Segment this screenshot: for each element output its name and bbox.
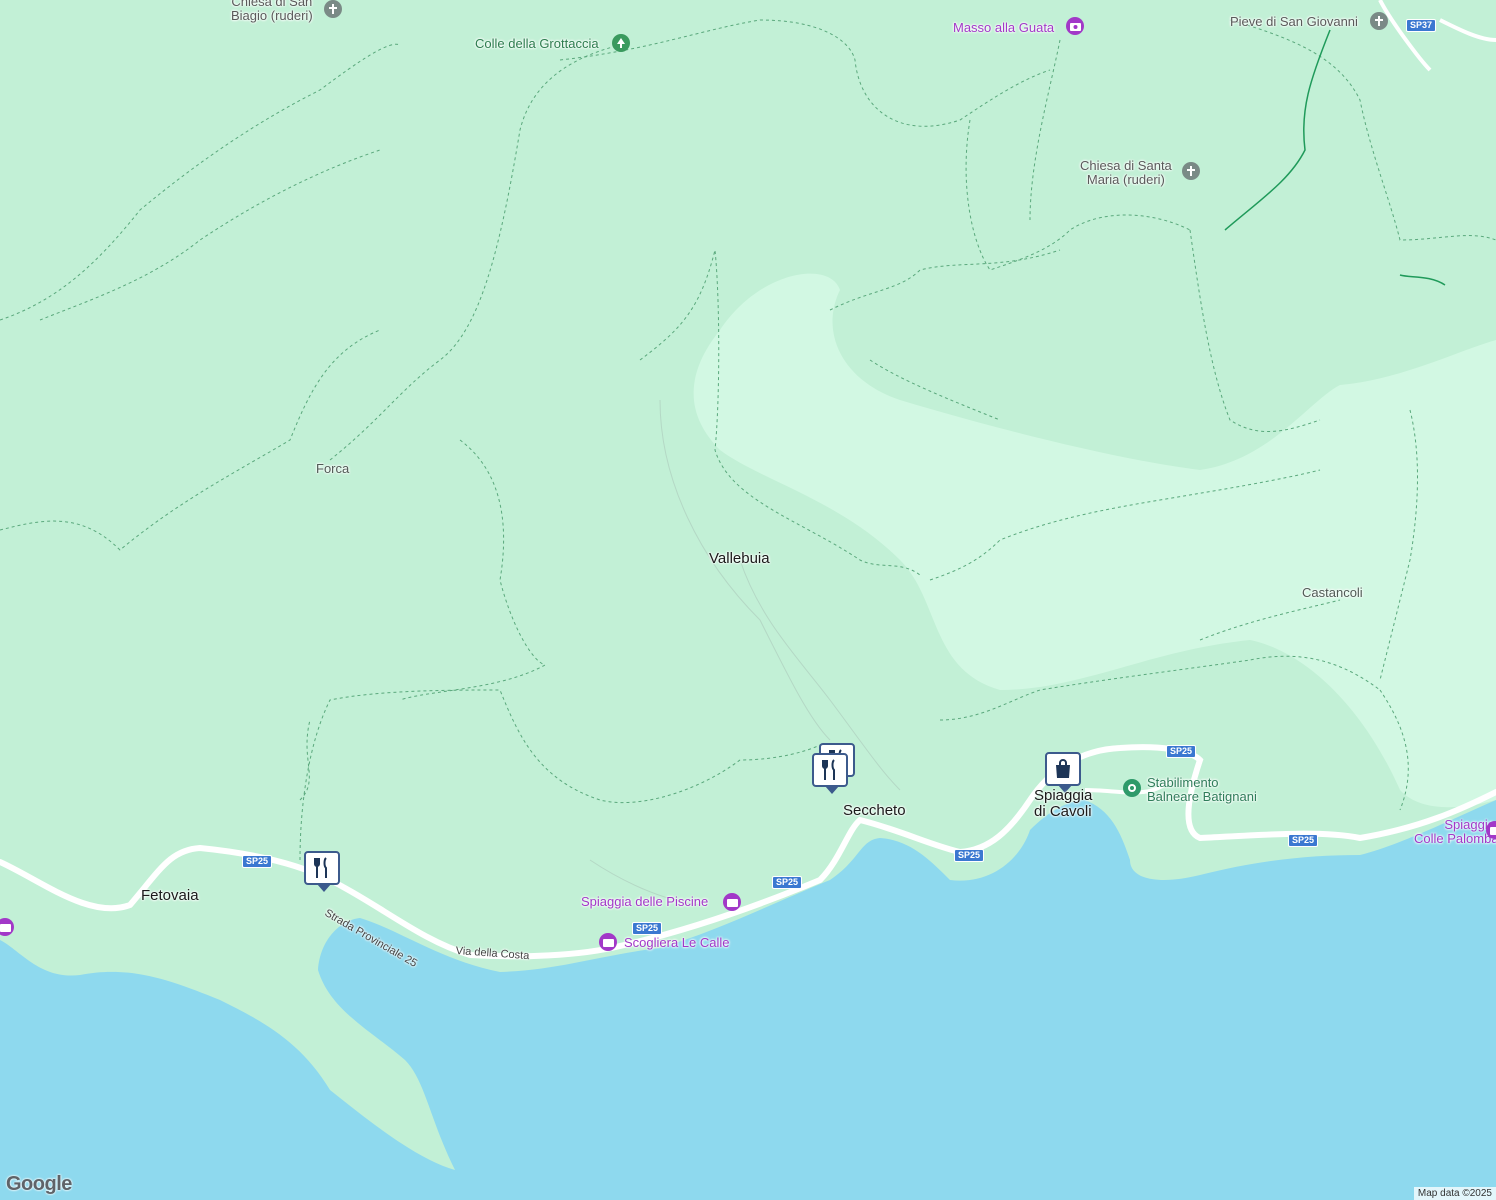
place-stabilimento[interactable]: Stabilimento Balneare Batignani (1147, 776, 1257, 803)
place-spiaggia-colle-palombaia[interactable]: Spiaggia diColle Palombaia (1414, 818, 1496, 845)
place-scogliera-le-calle[interactable]: Scogliera Le Calle (624, 936, 730, 950)
place-chiesa-san-biagio[interactable]: Chiesa di San Biagio (ruderi) (231, 0, 313, 22)
map-attribution[interactable]: Map data ©2025 (1413, 1187, 1496, 1200)
place-masso-guata[interactable]: Masso alla Guata (953, 21, 1054, 35)
sea (0, 800, 1496, 1200)
church-icon[interactable] (324, 0, 342, 18)
road-shield-sp25: SP25 (1288, 834, 1319, 847)
lowland-area (693, 273, 1496, 808)
place-forca[interactable]: Forca (316, 462, 349, 476)
church-icon[interactable] (1182, 162, 1200, 180)
road-shield-sp25: SP25 (772, 876, 803, 889)
camera-icon[interactable] (599, 933, 617, 951)
tree-icon[interactable] (612, 34, 630, 52)
road-shield-sp25: SP25 (242, 855, 273, 868)
place-fetovaia[interactable]: Fetovaia (141, 888, 199, 904)
place-spiaggia-piscine[interactable]: Spiaggia delle Piscine (581, 895, 708, 909)
place-pieve-san-giovanni[interactable]: Pieve di San Giovanni (1230, 15, 1358, 29)
place-castancoli[interactable]: Castancoli (1302, 586, 1363, 600)
google-logo: Google (6, 1173, 72, 1195)
road-shield-sp37: SP37 (1406, 19, 1437, 32)
camera-icon[interactable] (723, 893, 741, 911)
shopping-bag-icon (1056, 759, 1070, 778)
map-canvas[interactable] (0, 0, 1496, 1200)
restaurant-icon (822, 759, 835, 780)
road-shield-sp25: SP25 (632, 922, 663, 935)
road-shield-sp25: SP25 (954, 849, 985, 862)
beach-icon[interactable] (1123, 779, 1141, 797)
church-icon[interactable] (1370, 12, 1388, 30)
camera-icon[interactable] (1066, 17, 1084, 35)
restaurant-pin-fetovaia[interactable] (304, 851, 340, 892)
place-spiaggia-cavoli[interactable]: Spiaggia di Cavoli (1034, 788, 1092, 820)
restaurant-icon (314, 857, 327, 878)
shopping-pin[interactable] (1045, 752, 1081, 793)
place-colle-grottaccia[interactable]: Colle della Grottaccia (475, 37, 599, 51)
place-vallebuia[interactable]: Vallebuia (709, 551, 770, 567)
place-seccheto[interactable]: Seccheto (843, 803, 906, 819)
place-chiesa-santa-maria[interactable]: Chiesa di Santa Maria (ruderi) (1080, 159, 1172, 186)
road-shield-sp25: SP25 (1166, 745, 1197, 758)
restaurant-pin-seccheto[interactable] (812, 753, 848, 794)
